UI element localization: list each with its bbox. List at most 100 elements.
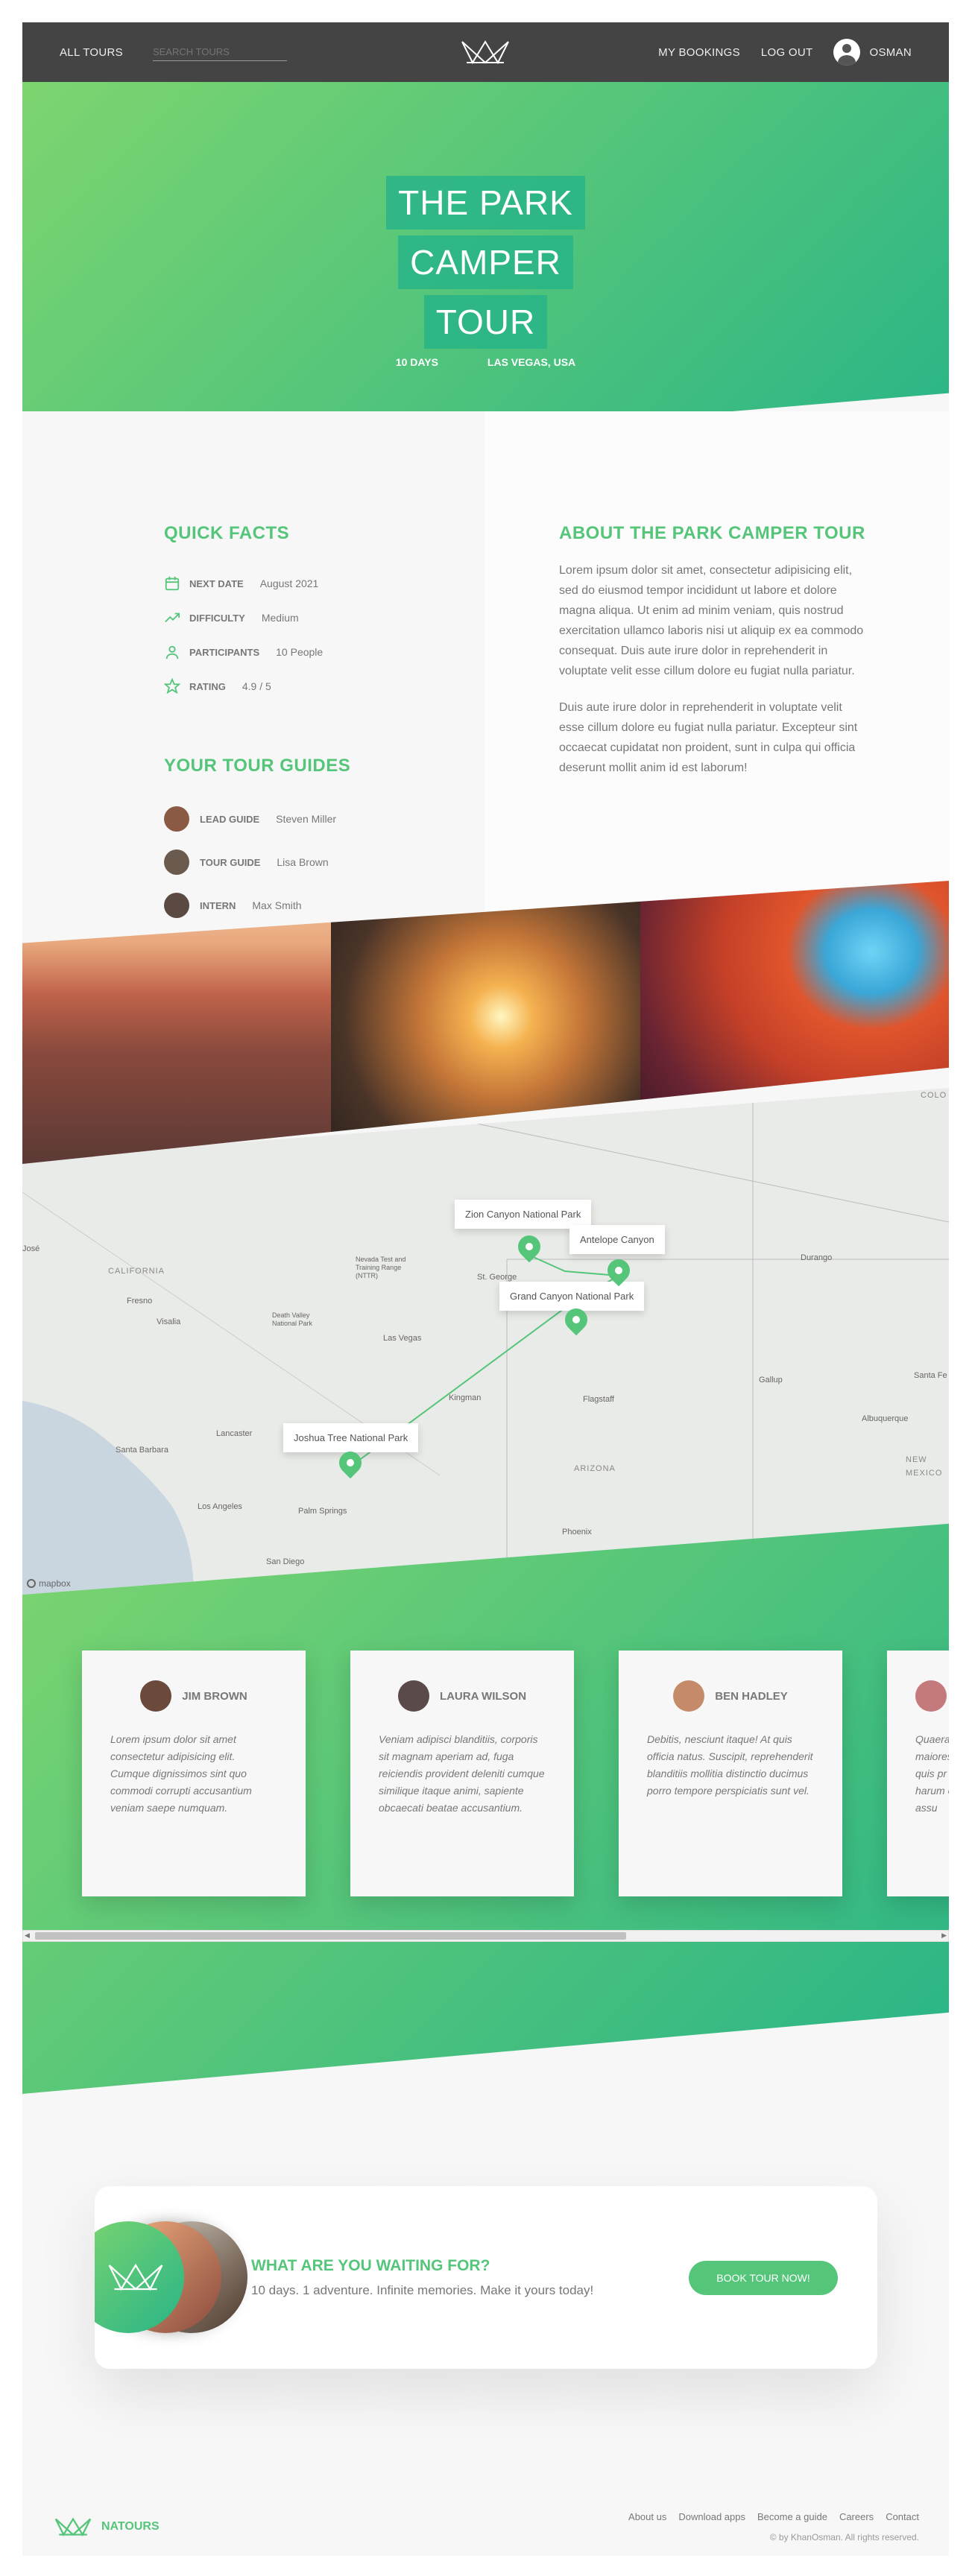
reviews-carousel[interactable]: JIM BROWN Lorem ipsum dolor sit amet con… (82, 1651, 949, 1896)
scroll-left-icon[interactable]: ◀ (25, 1931, 30, 1940)
reviewer-name: BEN HADLEY (715, 1689, 788, 1703)
guide-role: TOUR GUIDE (200, 856, 261, 868)
cta-section: WHAT ARE YOU WAITING FOR? 10 days. 1 adv… (95, 2186, 877, 2369)
tour-title-line: CAMPER (398, 235, 573, 289)
trending-up-icon (165, 613, 180, 623)
cta-subtitle: 10 days. 1 adventure. Infinite memories.… (251, 2283, 594, 2297)
review-card: Quaerat maiores quis pr harum ea assu (887, 1651, 949, 1896)
tour-title: THE PARK CAMPER TOUR (22, 176, 949, 355)
log-out-link[interactable]: LOG OUT (761, 46, 813, 59)
guide-name: Max Smith (252, 899, 302, 911)
footer-link-contact[interactable]: Contact (886, 2511, 919, 2522)
reviews-section: JIM BROWN Lorem ipsum dolor sit amet con… (22, 1513, 949, 2094)
tour-meta: 10 DAYS LAS VEGAS, USA (22, 356, 949, 368)
quick-facts-title: QUICK FACTS (164, 523, 290, 543)
user-avatar-icon (833, 39, 861, 66)
reviewer-avatar (140, 1680, 172, 1712)
user-icon (165, 645, 179, 659)
guide-name: Steven Miller (276, 813, 337, 825)
map-background (22, 1088, 949, 1595)
city-label: Las Vegas (383, 1334, 422, 1343)
city-label: Kingman (449, 1393, 482, 1402)
city-label: St. George (477, 1273, 517, 1282)
about-title: ABOUT THE PARK CAMPER TOUR (559, 523, 865, 543)
guide-avatar (164, 806, 189, 832)
my-bookings-link[interactable]: MY BOOKINGS (658, 46, 740, 59)
tour-description: QUICK FACTS NEXT DATE August 2021 DIFFIC… (22, 411, 949, 948)
footer-link-download[interactable]: Download apps (678, 2511, 745, 2522)
site-header: ALL TOURS MY BOOKINGS LOG OUT OSMAN (22, 22, 949, 82)
tour-title-line: THE PARK (386, 176, 585, 230)
guide-item: INTERN Max Smith (164, 884, 350, 927)
footer-link-careers[interactable]: Careers (839, 2511, 874, 2522)
guide-item: LEAD GUIDE Steven Miller (164, 797, 350, 841)
footer-logo[interactable]: NATOURS (52, 2516, 160, 2538)
footer-nav: About us Download apps Become a guide Ca… (628, 2511, 919, 2522)
city-label: Nevada Test and Training Range (NTTR) (356, 1256, 406, 1279)
map-popup[interactable]: Antelope Canyon (569, 1225, 665, 1254)
mapbox-logo-icon (27, 1579, 36, 1588)
page-frame: ALL TOURS MY BOOKINGS LOG OUT OSMAN THE … (22, 22, 949, 2556)
guide-name: Lisa Brown (277, 856, 329, 868)
city-label: Phoenix (562, 1528, 592, 1537)
review-text: Quaerat maiores quis pr harum ea assu (915, 1733, 949, 1814)
scrollbar-thumb[interactable] (35, 1932, 626, 1940)
logo-icon (108, 2263, 163, 2291)
calendar-icon (165, 576, 180, 591)
guide-role: INTERN (200, 899, 236, 911)
about-paragraph: Duis aute irure dolor in reprehenderit i… (559, 701, 858, 774)
reviewer-name: JIM BROWN (182, 1689, 247, 1703)
mapbox-attribution[interactable]: mapbox (27, 1578, 71, 1589)
popup-label: Joshua Tree National Park (294, 1432, 408, 1443)
city-label: Albuquerque (862, 1414, 909, 1423)
review-text: Debitis, nesciunt itaque! At quis offici… (647, 1733, 813, 1797)
duration-label: 10 DAYS (395, 356, 438, 368)
city-label: Durango (801, 1253, 833, 1262)
logo-icon (54, 2517, 92, 2537)
city-label: José (22, 1244, 40, 1253)
guide-avatar (164, 893, 189, 918)
popup-label: Antelope Canyon (580, 1234, 654, 1245)
fact-label: NEXT DATE (189, 577, 244, 589)
tour-guides-title: YOUR TOUR GUIDES (164, 756, 351, 776)
city-label: Santa Fe (914, 1371, 947, 1380)
fact-value: August 2021 (259, 577, 319, 589)
tour-map[interactable]: CALIFORNIA ARIZONA NEW MEXICO COLO Las V… (22, 1088, 949, 1595)
city-label: Gallup (759, 1376, 783, 1384)
review-card: LAURA WILSON Veniam adipisci blanditiis,… (350, 1651, 574, 1896)
site-footer: NATOURS About us Download apps Become a … (22, 2481, 949, 2556)
footer-copyright: © by KhanOsman. All rights reserved. (769, 2532, 919, 2542)
city-label: Death Valley National Park (272, 1311, 313, 1327)
star-icon (164, 678, 180, 694)
fact-label: PARTICIPANTS (189, 646, 260, 658)
book-tour-button[interactable]: BOOK TOUR NOW! (689, 2261, 838, 2295)
fact-value: 10 People (276, 646, 324, 658)
header-user-nav: MY BOOKINGS LOG OUT OSMAN (658, 39, 912, 66)
mapbox-label: mapbox (39, 1578, 71, 1589)
city-label: Flagstaff (583, 1395, 614, 1404)
fact-value: 4.9 / 5 (242, 680, 271, 692)
state-label: COLO (921, 1091, 947, 1100)
logo-icon[interactable] (459, 37, 511, 71)
about-panel: ABOUT THE PARK CAMPER TOUR Lorem ipsum d… (485, 411, 949, 948)
map-popup[interactable]: Grand Canyon National Park (499, 1282, 645, 1311)
map-popup[interactable]: Joshua Tree National Park (283, 1423, 419, 1452)
user-menu[interactable]: OSMAN (833, 39, 912, 66)
location-label: LAS VEGAS, USA (487, 356, 576, 368)
fact-difficulty: DIFFICULTY Medium (164, 601, 350, 635)
city-label: Visalia (157, 1317, 181, 1326)
guide-avatar (164, 849, 189, 875)
search-input[interactable] (152, 43, 287, 61)
scroll-right-icon[interactable]: ▶ (941, 1931, 947, 1940)
user-name: OSMAN (869, 45, 912, 59)
fact-next-date: NEXT DATE August 2021 (164, 566, 350, 601)
footer-link-guide[interactable]: Become a guide (757, 2511, 827, 2522)
footer-link-about[interactable]: About us (628, 2511, 666, 2522)
popup-label: Grand Canyon National Park (510, 1291, 634, 1302)
reviews-scrollbar[interactable]: ◀ ▶ (22, 1930, 949, 1942)
reviewer-avatar (397, 1680, 429, 1712)
city-label: Palm Springs (298, 1507, 347, 1516)
all-tours-link[interactable]: ALL TOURS (60, 46, 123, 59)
city-label: Santa Barbara (116, 1446, 168, 1455)
footer-brand: NATOURS (101, 2520, 160, 2533)
